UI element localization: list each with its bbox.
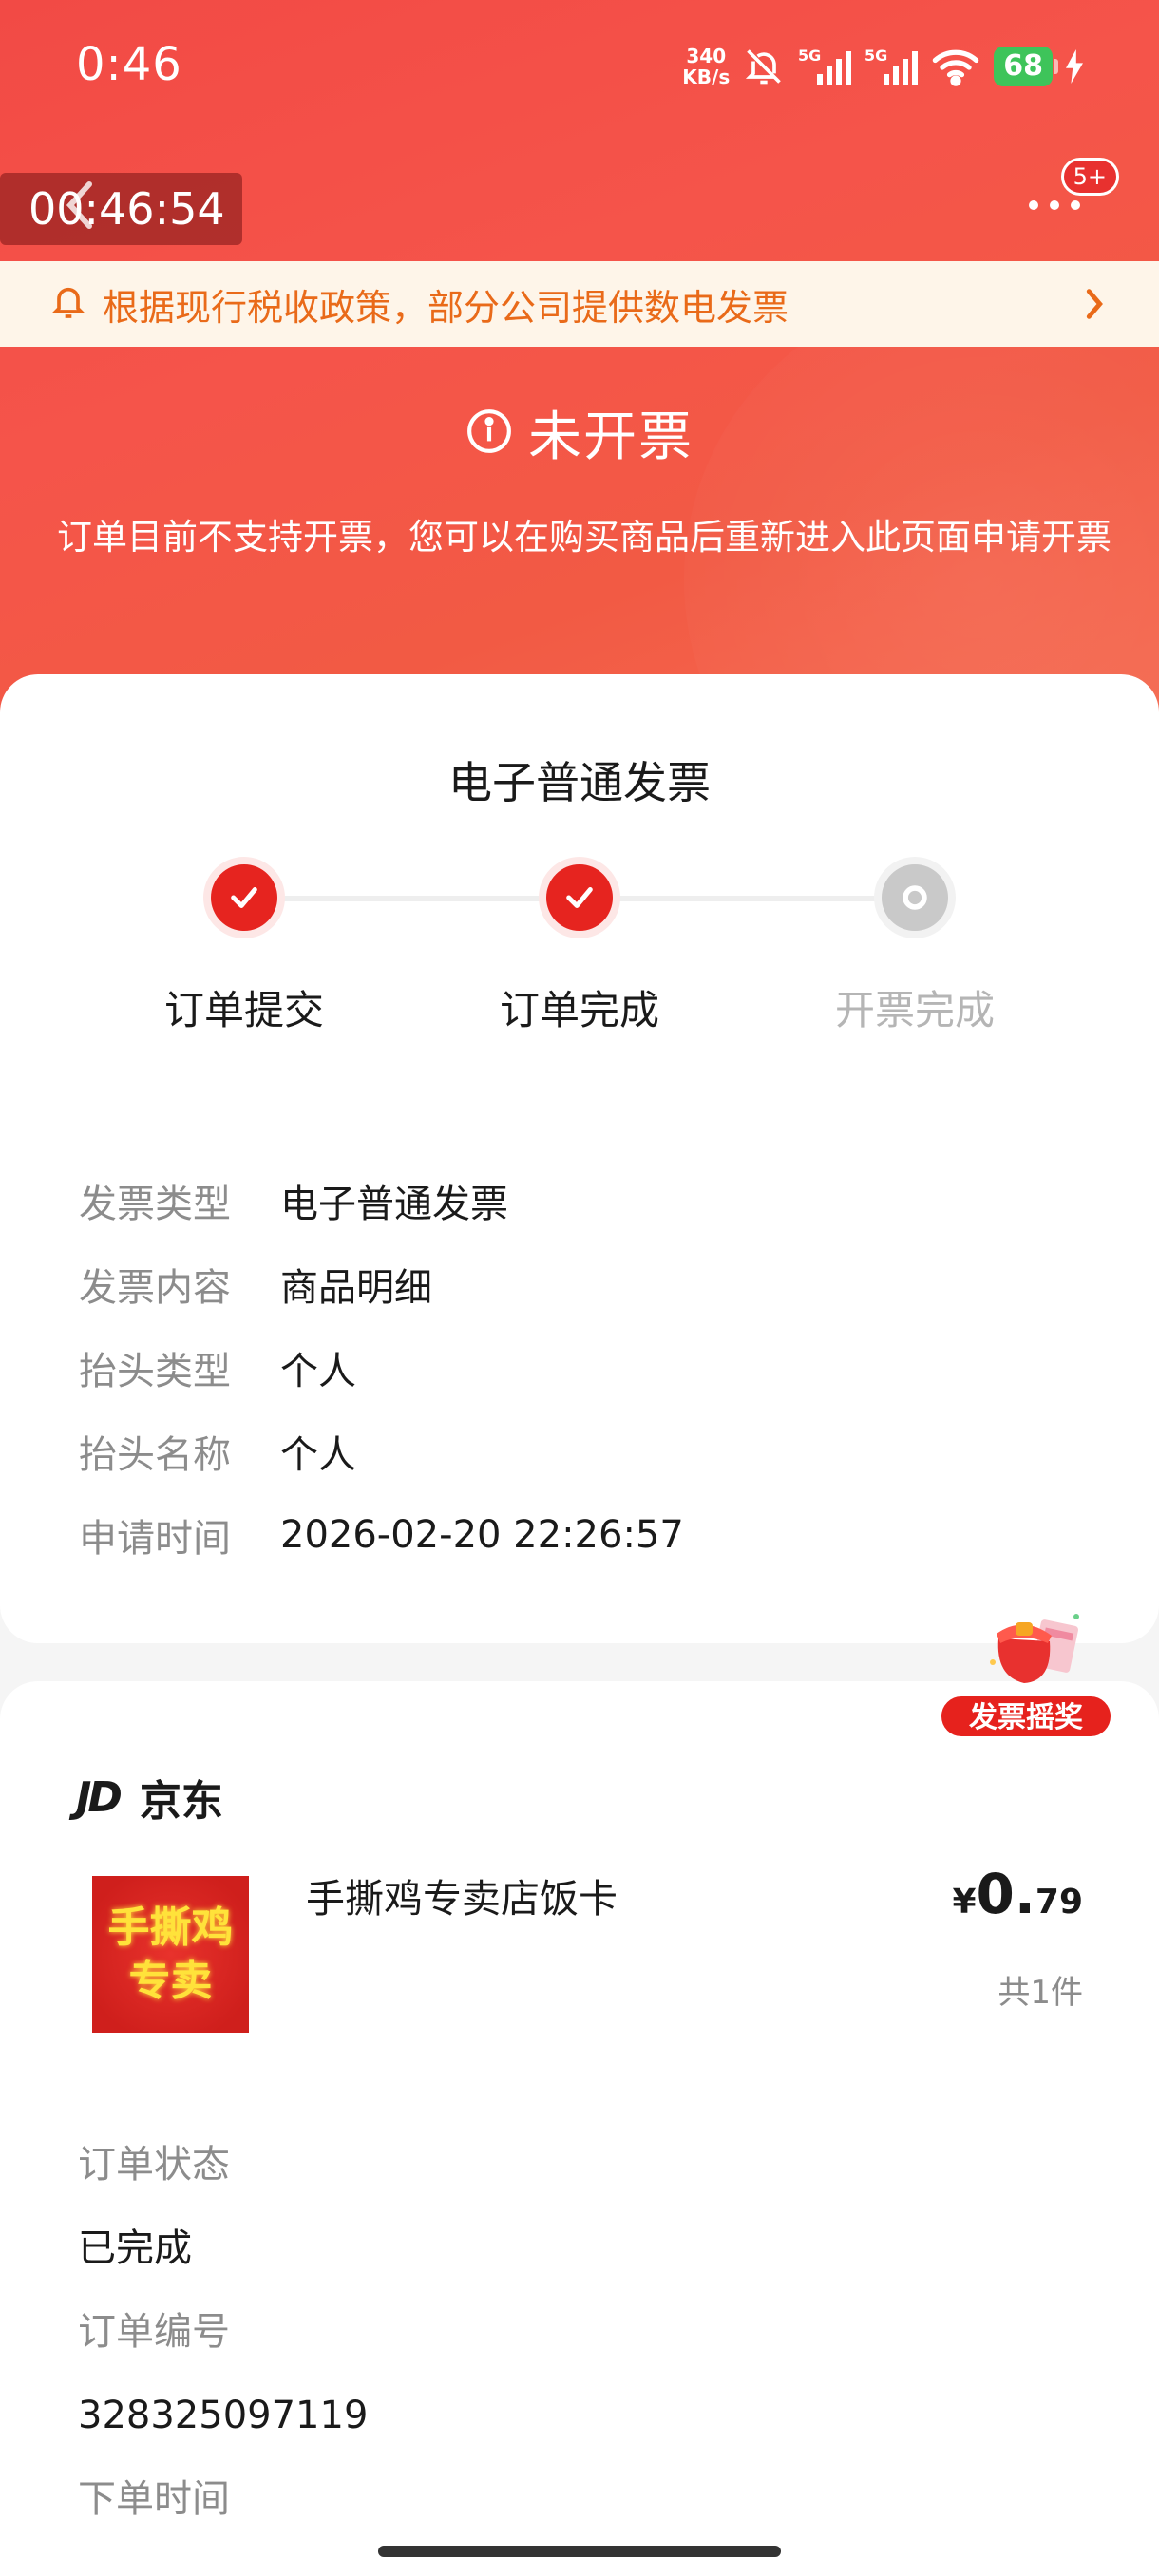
- home-indicator[interactable]: [378, 2546, 781, 2557]
- step-connector: [613, 896, 888, 901]
- dot-icon: [1050, 200, 1059, 210]
- shop-header[interactable]: JD 京东: [76, 1767, 223, 1828]
- chevron-right-icon: [1083, 286, 1106, 326]
- shop-name: 京东: [139, 1777, 223, 1826]
- order-number-value[interactable]: 328325097119: [78, 2374, 368, 2457]
- dot-icon: [1071, 200, 1080, 210]
- step-2-check-icon: [546, 864, 613, 931]
- jd-logo-icon: JD: [76, 1772, 123, 1822]
- message-badge: 5+: [1060, 158, 1119, 196]
- order-card: JD 京东 手撕鸡 专卖 手撕鸡专卖店饭卡 ¥ 0. 79 共1件 订单状态 已…: [0, 1681, 1159, 2576]
- status-time: 0:46: [76, 38, 182, 91]
- battery-indicator: 68: [994, 47, 1058, 86]
- tax-policy-notice[interactable]: 根据现行税收政策，部分公司提供数电发票: [0, 261, 1159, 347]
- svg-text:5G: 5G: [864, 47, 887, 65]
- wifi-icon: [931, 46, 980, 87]
- order-status-label: 订单状态: [78, 2143, 230, 2187]
- row-value: 2026-02-20 22:26:57: [280, 1513, 684, 1557]
- apply-time-row: 申请时间 2026-02-20 22:26:57: [79, 1493, 684, 1577]
- product-price: ¥ 0. 79: [952, 1862, 1083, 1926]
- invoice-status-title: 未开票: [528, 407, 694, 468]
- info-icon: [466, 407, 513, 459]
- status-bar: 0:46 340 KB/s 5G 5G 68: [0, 0, 1159, 133]
- step-connector: [277, 896, 553, 901]
- row-label: 抬头类型: [79, 1350, 231, 1393]
- invoice-progress: 订单提交 订单完成 开票完成: [0, 864, 1159, 1054]
- invoice-status-description: 订单目前不支持开票，您可以在购买商品后重新进入此页面申请开票: [57, 517, 1112, 558]
- invoice-card-title: 电子普通发票: [448, 757, 711, 808]
- signal-5g-icon-2: 5G: [864, 46, 919, 87]
- title-name-row: 抬头名称 个人: [79, 1410, 684, 1493]
- row-value: 电子普通发票: [280, 1183, 508, 1226]
- product-quantity: 共1件: [998, 1974, 1083, 2012]
- order-time-label: 下单时间: [78, 2477, 230, 2521]
- invoice-card: 电子普通发票 订单提交 订单完成 开票完成 发票类型 电子普通发票 发票内容 商…: [0, 674, 1159, 1643]
- row-label: 抬头名称: [79, 1433, 231, 1477]
- step-label: 订单完成: [499, 987, 659, 1033]
- charging-icon: [1066, 49, 1083, 84]
- row-value: 商品明细: [280, 1266, 432, 1310]
- notice-text: 根据现行税收政策，部分公司提供数电发票: [103, 286, 789, 329]
- step-3-pending-icon: [882, 864, 948, 931]
- row-value: 个人: [280, 1350, 356, 1393]
- product-image[interactable]: 手撕鸡 专卖: [92, 1876, 249, 2033]
- step-label: 开票完成: [834, 987, 995, 1033]
- bell-icon: [49, 281, 87, 327]
- invoice-status-header: 未开票: [0, 394, 1159, 471]
- svg-text:5G: 5G: [798, 47, 821, 65]
- invoice-content-row: 发票内容 商品明细: [79, 1242, 684, 1326]
- network-speed: 340 KB/s: [682, 45, 731, 88]
- title-type-row: 抬头类型 个人: [79, 1326, 684, 1410]
- invoice-lottery-widget[interactable]: 发票摇奖: [936, 1605, 1116, 1748]
- back-arrow-icon[interactable]: [63, 179, 97, 236]
- row-label: 发票内容: [79, 1266, 231, 1310]
- order-details: 订单状态 已完成 订单编号 328325097119 下单时间: [78, 2123, 368, 2541]
- signal-5g-icon: 5G: [798, 46, 852, 87]
- order-number-label: 订单编号: [78, 2310, 230, 2354]
- lottery-label: 发票摇奖: [940, 1695, 1112, 1738]
- mute-bell-icon: [743, 46, 785, 87]
- product-name[interactable]: 手撕鸡专卖店饭卡: [306, 1866, 618, 1923]
- invoice-type-row: 发票类型 电子普通发票: [79, 1159, 684, 1242]
- recording-timer: 00:46:54: [0, 173, 242, 245]
- row-label: 申请时间: [79, 1517, 231, 1561]
- invoice-details: 发票类型 电子普通发票 发票内容 商品明细 抬头类型 个人 抬头名称 个人 申请…: [79, 1159, 684, 1577]
- red-envelope-icon: [981, 1605, 1079, 1691]
- order-status-value: 已完成: [78, 2226, 192, 2270]
- row-value: 个人: [280, 1433, 356, 1477]
- dot-icon: [1029, 200, 1038, 210]
- row-label: 发票类型: [79, 1183, 231, 1226]
- step-1-check-icon: [211, 864, 277, 931]
- step-label: 订单提交: [163, 987, 324, 1033]
